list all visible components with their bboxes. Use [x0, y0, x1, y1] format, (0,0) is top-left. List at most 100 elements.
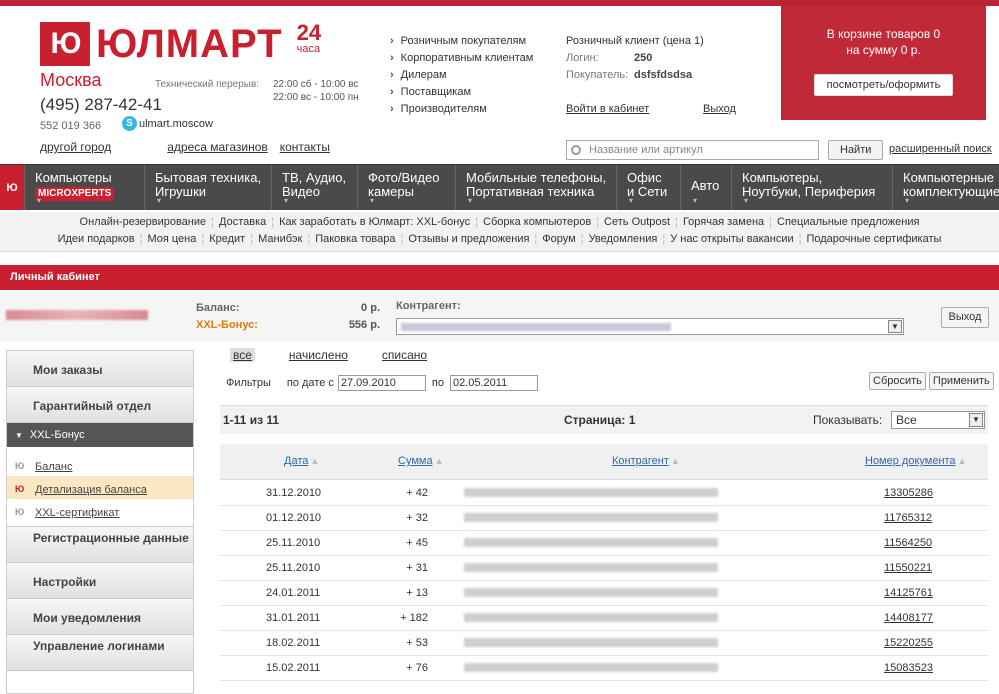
sidebar-link-label[interactable]: Детализация баланса [35, 484, 147, 496]
redacted-contractor [464, 638, 718, 647]
search-button[interactable]: Найти [828, 140, 884, 160]
submenu-link[interactable]: Сборка компьютеров [483, 216, 591, 228]
tab-all[interactable]: все [230, 348, 255, 362]
cart-view-button[interactable]: посмотреть/оформить [813, 74, 954, 96]
vacancies-link[interactable]: У нас открыты вакансии [670, 233, 793, 245]
col-doc-label: Номер документа [865, 455, 956, 467]
sidebar-item-warranty[interactable]: Гарантийный отдел [7, 387, 193, 423]
submenu-link[interactable]: Специальные предложения [777, 216, 919, 228]
sidebar-item-logins[interactable]: Управление логинами [7, 635, 193, 671]
submenu-link[interactable]: Моя цена [147, 233, 196, 245]
row-doc-link[interactable]: 14408177 [884, 612, 933, 624]
sidebar-link-xxl-certificate[interactable]: Ю XXL-сертификат [7, 499, 193, 522]
cart-sum: на сумму 0 р. [846, 43, 921, 57]
submenu-link[interactable]: Как заработать в Юлмарт: [279, 216, 413, 228]
sidebar-sublinks: Ю Баланс Ю Детализация баланса Ю XXL-сертиф… [7, 447, 193, 527]
col-contractor[interactable]: Контрагент ▲ [612, 455, 680, 467]
table-row: 24.01.2011 + 13 14125761 [220, 581, 988, 606]
sidebar-link-balance-details[interactable]: Ю Детализация баланса [7, 476, 193, 499]
menu-item-label: Ноутбуки, Периферия [742, 184, 876, 199]
redacted-contractor [464, 613, 718, 622]
submenu-link[interactable]: Манибэк [258, 233, 302, 245]
phone: (495) 287-42-41 [40, 95, 162, 114]
page-size-select[interactable]: Все ▼ [891, 411, 985, 429]
col-date[interactable]: Дата ▲ [284, 455, 319, 467]
redacted-user-name [6, 310, 148, 320]
role-link[interactable]: Производителям [390, 101, 533, 118]
sidebar-item-settings[interactable]: Настройки [7, 563, 193, 599]
break-time-2: 22:00 вс - 10:00 пн [273, 92, 359, 103]
role-link[interactable]: Поставщикам [390, 84, 533, 101]
submenu-link[interactable]: Горячая замена [683, 216, 764, 228]
submenu-link[interactable]: Подарочные сертификаты [806, 233, 941, 245]
submenu-link[interactable]: Сеть Outpost [604, 216, 670, 228]
menu-item-components[interactable]: Компьютерные комплектующие [892, 165, 999, 210]
submenu-link[interactable]: Отзывы и предложения [408, 233, 529, 245]
cabinet-link[interactable]: Войти в кабинет [566, 103, 649, 115]
row-doc-link[interactable]: 15083523 [884, 662, 933, 674]
row-doc-link[interactable]: 11550221 [884, 562, 932, 574]
advanced-search-link[interactable]: расширенный поиск [889, 143, 992, 155]
submenu-link[interactable]: Идеи подарков [58, 233, 135, 245]
row-sum: + 53 [406, 637, 428, 649]
tab-credited[interactable]: начислено [289, 348, 348, 362]
menu-item-label: Видео [282, 184, 320, 199]
login-value: 250 [634, 52, 653, 64]
account-exit-button[interactable]: Выход [941, 307, 989, 328]
sidebar-item-xxl-bonus[interactable]: XXL-Бонус [7, 423, 193, 447]
role-link[interactable]: Дилерам [390, 67, 533, 84]
submenu-link[interactable]: Форум [542, 233, 575, 245]
submenu-link[interactable]: Уведомления [589, 233, 658, 245]
redacted-contractor [464, 538, 718, 547]
menu-item-photo[interactable]: Фото/Видео камеры [357, 165, 455, 210]
page-size-value: Все [896, 413, 917, 427]
row-doc-link[interactable]: 11765312 [884, 512, 932, 524]
col-doc[interactable]: Номер документа ▲ [865, 455, 966, 467]
sidebar-item-notifications[interactable]: Мои уведомления [7, 599, 193, 635]
date-from-input[interactable]: 27.09.2010 [337, 375, 426, 391]
sidebar-link-balance[interactable]: Ю Баланс [7, 453, 193, 476]
menu-item-laptops[interactable]: Компьютеры, Ноутбуки, Периферия [731, 165, 892, 210]
skype-link[interactable]: ulmart.moscow [139, 118, 213, 130]
menu-item-computers[interactable]: Компьютеры MICROXPERTS [24, 165, 144, 210]
xxl-bonus-link[interactable]: XXL-бонус [416, 216, 470, 228]
other-city-link[interactable]: другой город [40, 140, 111, 154]
date-to-input[interactable]: 02.05.2011 [449, 375, 538, 391]
contacts-link[interactable]: контакты [280, 140, 330, 154]
submenu-link[interactable]: Кредит [209, 233, 245, 245]
col-sum[interactable]: Сумма ▲ [398, 455, 444, 467]
row-doc-link[interactable]: 15220255 [884, 637, 933, 649]
menu-item-auto[interactable]: Авто [680, 165, 731, 210]
menu-item-office[interactable]: Офис и Сети [616, 165, 680, 210]
stores-link[interactable]: адреса магазинов [167, 140, 268, 154]
row-doc-link[interactable]: 13305286 [884, 487, 933, 499]
menu-item-appliances[interactable]: Бытовая техника, Игрушки [144, 165, 271, 210]
filter-label: Фильтры [226, 377, 271, 389]
table-row: 25.11.2010 + 31 11550221 [220, 556, 988, 581]
menu-item-mobile[interactable]: Мобильные телефоны, Портативная техника [455, 165, 616, 210]
menu-item-label: Офис [627, 170, 662, 185]
role-link[interactable]: Розничным покупателям [390, 33, 533, 50]
row-doc-link[interactable]: 14125761 [884, 587, 933, 599]
logo[interactable]: Ю ЮЛМАРТ 24 часа [40, 22, 321, 66]
tab-debited[interactable]: списано [382, 348, 427, 362]
menu-item-tv[interactable]: ТВ, Аудио, Видео [271, 165, 357, 210]
search-input[interactable]: Название или артикул [566, 140, 819, 160]
apply-button[interactable]: Применить [928, 372, 994, 390]
sidebar-item-registration[interactable]: Регистрационные данные [7, 527, 193, 563]
filter-tabs: все начислено списано [230, 348, 461, 362]
sidebar-link-label[interactable]: XXL-сертификат [35, 507, 119, 519]
logout-link[interactable]: Выход [703, 103, 736, 115]
sidebar-item-orders[interactable]: Мои заказы [7, 351, 193, 387]
submenu-link[interactable]: Онлайн-резервирование [80, 216, 207, 228]
contractor-select[interactable]: ▼ [396, 318, 904, 335]
skype-contact[interactable]: S ulmart.moscow [122, 116, 213, 131]
home-icon[interactable]: Ю [0, 165, 24, 210]
sidebar-link-label[interactable]: Баланс [35, 461, 72, 473]
reset-button[interactable]: Сбросить [869, 372, 926, 390]
redacted-contractor [464, 513, 718, 522]
submenu-link[interactable]: Паковка товара [315, 233, 395, 245]
row-doc-link[interactable]: 11564250 [884, 537, 932, 549]
role-link[interactable]: Корпоративным клиентам [390, 50, 534, 67]
submenu-link[interactable]: Доставка [219, 216, 266, 228]
